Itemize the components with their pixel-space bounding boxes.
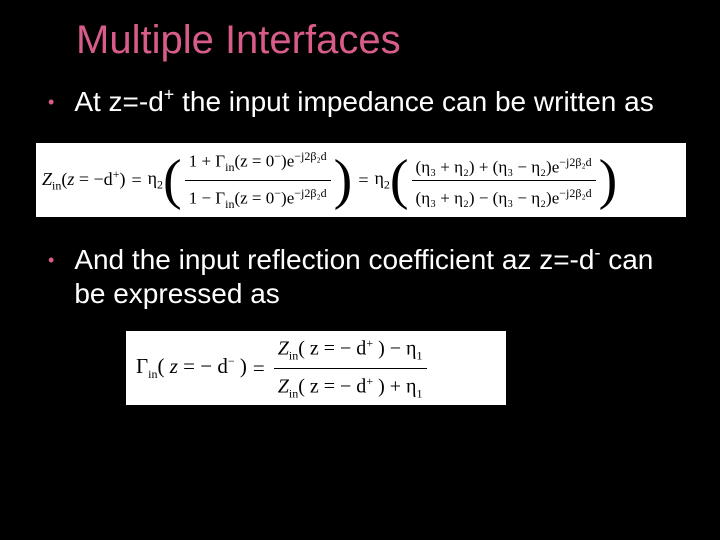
bullet-lead: And the input reflection coefficient az … [74, 244, 594, 275]
equation-gamma-row: Γin( z = − d− ) = Zin( z = − d+ ) − η1 Z… [126, 331, 506, 405]
lhs: Γin( z = − d− ) [136, 354, 247, 382]
bullet-marker: • [48, 243, 54, 277]
bullet-tail: the input impedance can be written as [174, 86, 653, 117]
fraction-gamma-in: Zin( z = − d+ ) − η1 Zin( z = − d+ ) + η… [274, 331, 427, 405]
lhs: Zin(z = −d+) [42, 167, 125, 194]
eta2: η2 [148, 168, 163, 193]
bullet-item: • And the input reflection coefficient a… [36, 243, 684, 311]
bullet-text: At z=-d+ the input impedance can be writ… [74, 85, 684, 119]
lparen-big: ( [163, 152, 182, 208]
equals-sign: = [131, 170, 141, 191]
equals-sign: = [358, 170, 368, 191]
slide-title: Multiple Interfaces [76, 18, 684, 63]
bullet-marker: • [48, 85, 54, 119]
eta2-b: η2 [374, 168, 389, 193]
equation-gamma-in: Γin( z = − d− ) = Zin( z = − d+ ) − η1 Z… [126, 331, 506, 405]
bullet-lead: At z=-d [74, 86, 163, 117]
rparen-big: ) [599, 152, 618, 208]
lparen-big: ( [390, 152, 409, 208]
equation-zin: Zin(z = −d+) = η2 ( 1 + Γin(z = 0−)e−j2β… [36, 143, 686, 217]
equals-sign: = [253, 356, 265, 381]
bullet-sup: + [164, 85, 175, 105]
fraction-gamma: 1 + Γin(z = 0−)e−j2β₂d 1 − Γin(z = 0−)e−… [185, 144, 331, 215]
bullet-item: • At z=-d+ the input impedance can be wr… [36, 85, 684, 119]
slide-container: Multiple Interfaces • At z=-d+ the input… [0, 0, 720, 540]
rparen-big: ) [334, 152, 353, 208]
equation-zin-row: Zin(z = −d+) = η2 ( 1 + Γin(z = 0−)e−j2β… [36, 143, 686, 217]
fraction-eta: (η₃ + η₂) + (η₃ − η₂)e−j2β₂d (η₃ + η₂) −… [412, 150, 596, 210]
bullet-text: And the input reflection coefficient az … [74, 243, 684, 311]
